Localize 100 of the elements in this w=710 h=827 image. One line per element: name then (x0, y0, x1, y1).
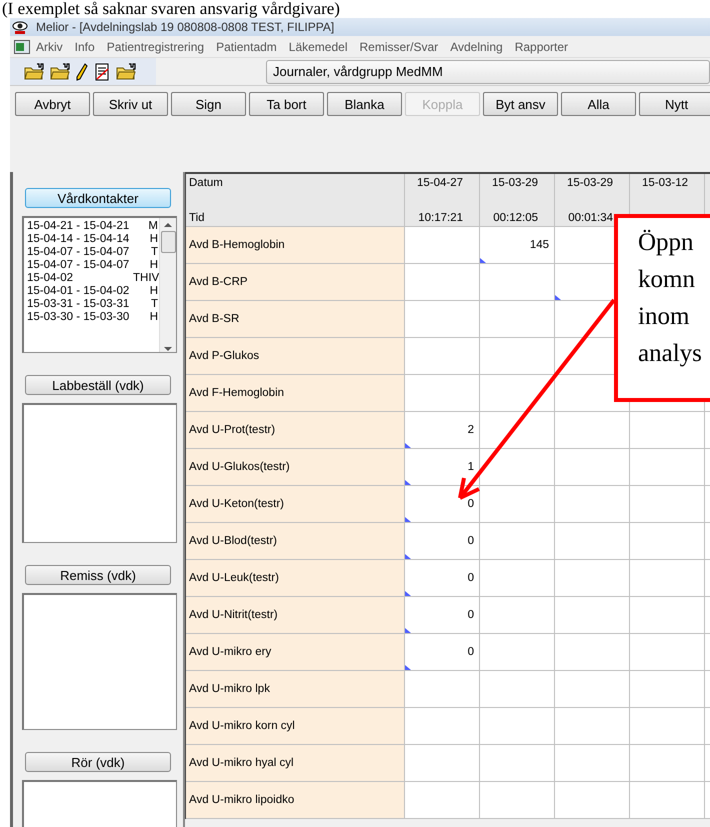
contact-unit[interactable]: H (133, 311, 159, 324)
contact-dates[interactable]: 15-04-02 (27, 272, 133, 285)
list-box[interactable] (22, 593, 177, 730)
table-cell[interactable] (480, 708, 555, 745)
table-cell[interactable] (480, 412, 555, 449)
table-cell[interactable] (555, 745, 630, 782)
scroll-down-icon[interactable] (164, 347, 172, 352)
contact-unit[interactable]: H (133, 259, 159, 272)
table-cell[interactable] (480, 671, 555, 708)
table-cell[interactable] (480, 338, 555, 375)
table-cell[interactable] (480, 523, 555, 560)
table-cell[interactable]: 0 (405, 523, 480, 560)
folder-icon[interactable] (24, 62, 44, 80)
menu-item[interactable]: Patientadm (210, 40, 283, 54)
menu-item[interactable]: Rapporter (508, 40, 574, 54)
folder-icon[interactable] (50, 62, 70, 80)
table-cell[interactable] (480, 634, 555, 671)
table-cell[interactable] (555, 671, 630, 708)
list-box[interactable]: 15-04-21 - 15-04-21 M 15-04-14 - 15-04-14 H 15-04-07 - 15-04-07 T 15-04-07 - 15-04-07 H 15-04-02 THIV 15-04-01 - 15-04-02 H 15-03-31 - 15-03-31 T 15-03-30 - 15-03-30 H (22, 216, 177, 353)
list-box[interactable] (22, 403, 177, 543)
table-cell[interactable] (630, 745, 705, 782)
table-cell[interactable] (555, 708, 630, 745)
table-cell[interactable]: 0 (405, 560, 480, 597)
pencil-icon[interactable] (76, 62, 88, 80)
action-button[interactable]: Blanka (327, 92, 402, 116)
menu-item[interactable]: Remisser/Svar (354, 40, 444, 54)
table-cell[interactable] (480, 264, 555, 301)
table-cell[interactable] (480, 560, 555, 597)
action-button[interactable]: Sign (171, 92, 246, 116)
table-cell[interactable] (405, 745, 480, 782)
table-cell[interactable] (480, 301, 555, 338)
contact-dates[interactable]: 15-03-31 - 15-03-31 (27, 298, 133, 311)
table-cell[interactable] (630, 634, 705, 671)
table-cell[interactable] (405, 671, 480, 708)
table-cell[interactable] (555, 782, 630, 819)
contact-dates[interactable]: 15-04-14 - 15-04-14 (27, 233, 133, 246)
section-button[interactable]: Remiss (vdk) (25, 565, 171, 585)
table-cell[interactable] (405, 227, 480, 264)
table-cell[interactable] (480, 745, 555, 782)
action-button[interactable]: Ta bort (249, 92, 324, 116)
menu-item[interactable]: Avdelning (444, 40, 509, 54)
scrollbar[interactable] (159, 218, 176, 352)
table-cell[interactable] (630, 449, 705, 486)
table-cell[interactable] (630, 782, 705, 819)
contact-dates[interactable]: 15-04-01 - 15-04-02 (27, 285, 133, 298)
table-cell[interactable] (480, 449, 555, 486)
table-cell[interactable]: 2 (405, 412, 480, 449)
table-cell[interactable]: 1 (405, 449, 480, 486)
action-button[interactable]: Skriv ut (93, 92, 168, 116)
table-cell[interactable] (630, 708, 705, 745)
table-cell[interactable] (405, 782, 480, 819)
menu-item[interactable]: Patientregistrering (100, 40, 210, 54)
table-cell[interactable] (630, 560, 705, 597)
contact-dates[interactable]: 15-04-07 - 15-04-07 (27, 246, 133, 259)
table-cell[interactable] (555, 412, 630, 449)
table-cell[interactable] (480, 597, 555, 634)
window-icon[interactable] (14, 40, 30, 54)
contact-unit[interactable]: H (133, 233, 159, 246)
section-button[interactable]: Vårdkontakter (25, 188, 171, 208)
contact-unit[interactable]: THIV (133, 272, 160, 285)
table-cell[interactable] (405, 301, 480, 338)
contact-dates[interactable]: 15-04-21 - 15-04-21 (27, 220, 133, 233)
table-cell[interactable]: 145 (480, 227, 555, 264)
table-cell[interactable] (480, 375, 555, 412)
view-dropdown[interactable]: Journaler, vårdgrupp MedMM (266, 60, 710, 84)
table-cell[interactable] (555, 449, 630, 486)
table-cell[interactable] (405, 375, 480, 412)
table-cell[interactable] (555, 560, 630, 597)
menu-item[interactable]: Läkemedel (282, 40, 354, 54)
contact-unit[interactable]: M (133, 220, 159, 233)
action-button[interactable]: Nytt (639, 92, 710, 116)
scroll-thumb[interactable] (160, 231, 176, 253)
table-cell[interactable] (480, 486, 555, 523)
table-cell[interactable] (630, 412, 705, 449)
table-cell[interactable] (480, 782, 555, 819)
action-button[interactable]: Alla (561, 92, 636, 116)
contact-unit[interactable]: H (133, 285, 159, 298)
action-button[interactable]: Avbryt (15, 92, 90, 116)
table-cell[interactable] (405, 264, 480, 301)
action-button[interactable]: Byt ansv (483, 92, 558, 116)
table-cell[interactable] (630, 597, 705, 634)
contact-dates[interactable]: 15-04-07 - 15-04-07 (27, 259, 133, 272)
table-cell[interactable] (555, 634, 630, 671)
table-cell[interactable] (630, 523, 705, 560)
table-cell[interactable] (555, 486, 630, 523)
contact-unit[interactable]: T (133, 298, 159, 311)
table-cell[interactable] (405, 338, 480, 375)
folder-icon[interactable] (116, 62, 136, 80)
contact-unit[interactable]: T (133, 246, 159, 259)
table-cell[interactable] (555, 597, 630, 634)
table-cell[interactable] (405, 708, 480, 745)
table-cell[interactable]: 0 (405, 634, 480, 671)
section-button[interactable]: Labbeställ (vdk) (25, 375, 171, 395)
contact-dates[interactable]: 15-03-30 - 15-03-30 (27, 311, 133, 324)
table-cell[interactable]: 0 (405, 597, 480, 634)
menu-item[interactable]: Arkiv (30, 40, 69, 54)
table-cell[interactable] (630, 671, 705, 708)
list-box[interactable] (22, 780, 177, 827)
menu-item[interactable]: Info (68, 40, 101, 54)
table-cell[interactable] (630, 486, 705, 523)
